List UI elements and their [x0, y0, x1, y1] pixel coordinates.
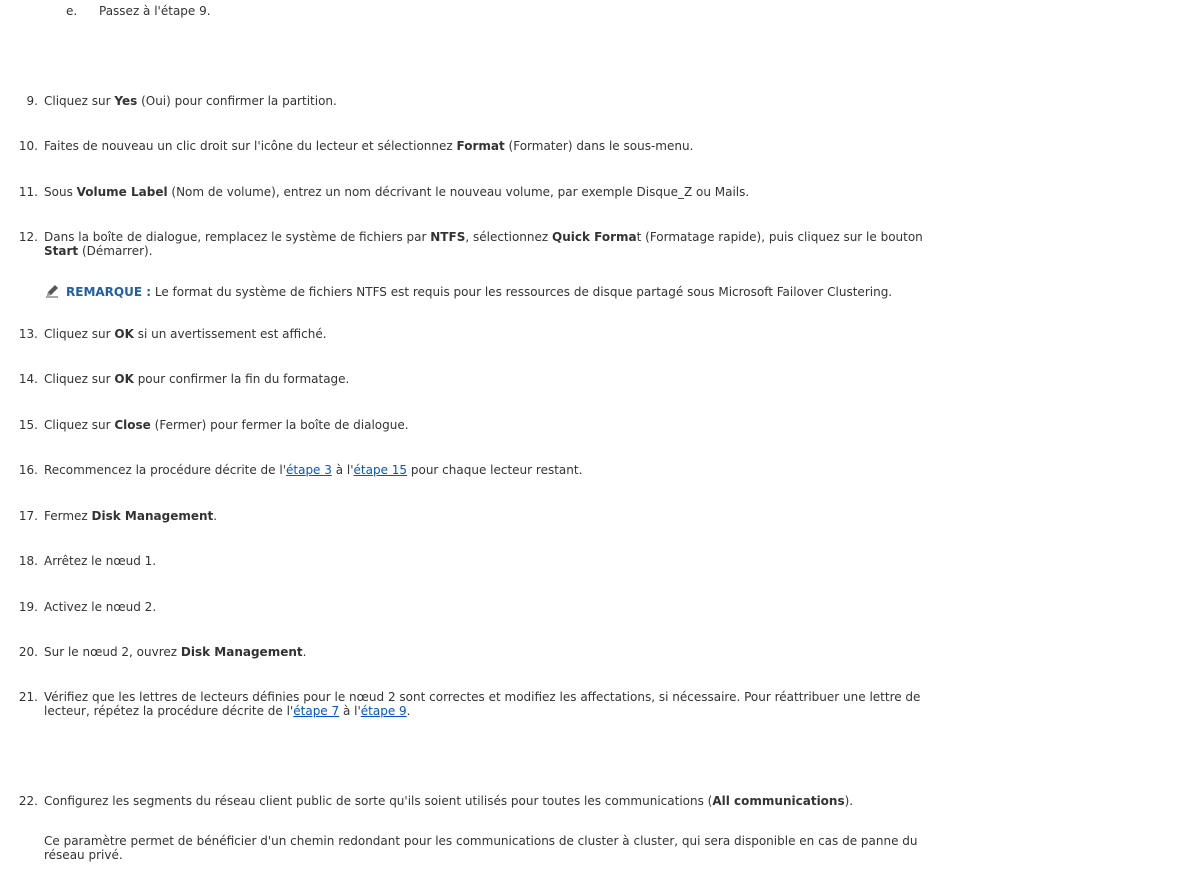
- step-text: Vérifiez que les lettres de lecteurs déf…: [44, 690, 921, 718]
- step-text: Cliquez sur Close (Fermer) pour fermer l…: [44, 418, 409, 432]
- note-pencil-icon: [46, 285, 58, 298]
- step-text: Sur le nœud 2, ouvrez Disk Management.: [44, 645, 307, 659]
- step-number: 11.: [18, 185, 38, 199]
- step-text: Recommencez la procédure décrite de l'ét…: [44, 463, 583, 477]
- step-number: 19.: [18, 600, 38, 614]
- step-number: 15.: [18, 418, 38, 432]
- link-etape-9[interactable]: étape 9: [361, 704, 407, 718]
- link-etape-15[interactable]: étape 15: [354, 463, 408, 477]
- step-text: Arrêtez le nœud 1.: [44, 554, 157, 568]
- step-text: Activez le nœud 2.: [44, 600, 157, 614]
- step-text: Faites de nouveau un clic droit sur l'ic…: [44, 139, 694, 153]
- step-number: 9.: [26, 94, 38, 108]
- note-text: Le format du système de fichiers NTFS es…: [151, 285, 893, 299]
- step-number: 12.: [18, 230, 38, 244]
- note-label: REMARQUE :: [66, 285, 152, 299]
- step-text: Sous Volume Label (Nom de volume), entre…: [44, 185, 750, 199]
- substep-letter: e.: [66, 4, 78, 18]
- step-number: 18.: [18, 554, 38, 568]
- final-paragraph-line-1: Ce paramètre permet de bénéficier d'un c…: [44, 834, 918, 848]
- step-text: Dans la boîte de dialogue, remplacez le …: [44, 230, 923, 258]
- link-etape-3[interactable]: étape 3: [286, 463, 332, 477]
- step-text: Cliquez sur OK si un avertissement est a…: [44, 327, 327, 341]
- step-text: Cliquez sur Yes (Oui) pour confirmer la …: [44, 94, 337, 108]
- step-number: 13.: [18, 327, 38, 341]
- step-number: 21.: [18, 690, 38, 704]
- note-remarque: REMARQUE : Le format du système de fichi…: [44, 283, 892, 299]
- step-number: 16.: [18, 463, 38, 477]
- step-text: Cliquez sur OK pour confirmer la fin du …: [44, 372, 350, 386]
- step-number: 10.: [18, 139, 38, 153]
- step-text: Fermez Disk Management.: [44, 509, 218, 523]
- step-text: Configurez les segments du réseau client…: [44, 794, 854, 808]
- final-paragraph: Ce paramètre permet de bénéficier d'un c…: [44, 834, 1154, 862]
- step-number: 20.: [18, 645, 38, 659]
- step-number: 14.: [18, 372, 38, 386]
- document-page: e. Passez à l'étape 9. 9. Cliquez sur Yes…: [0, 0, 1178, 894]
- substep-text: Passez à l'étape 9.: [99, 4, 211, 18]
- final-paragraph-line-2: réseau privé.: [44, 848, 123, 862]
- step-number: 17.: [18, 509, 38, 523]
- step-number: 22.: [18, 794, 38, 808]
- link-etape-7[interactable]: étape 7: [293, 704, 339, 718]
- substep-e: e. Passez à l'étape 9.: [66, 4, 211, 18]
